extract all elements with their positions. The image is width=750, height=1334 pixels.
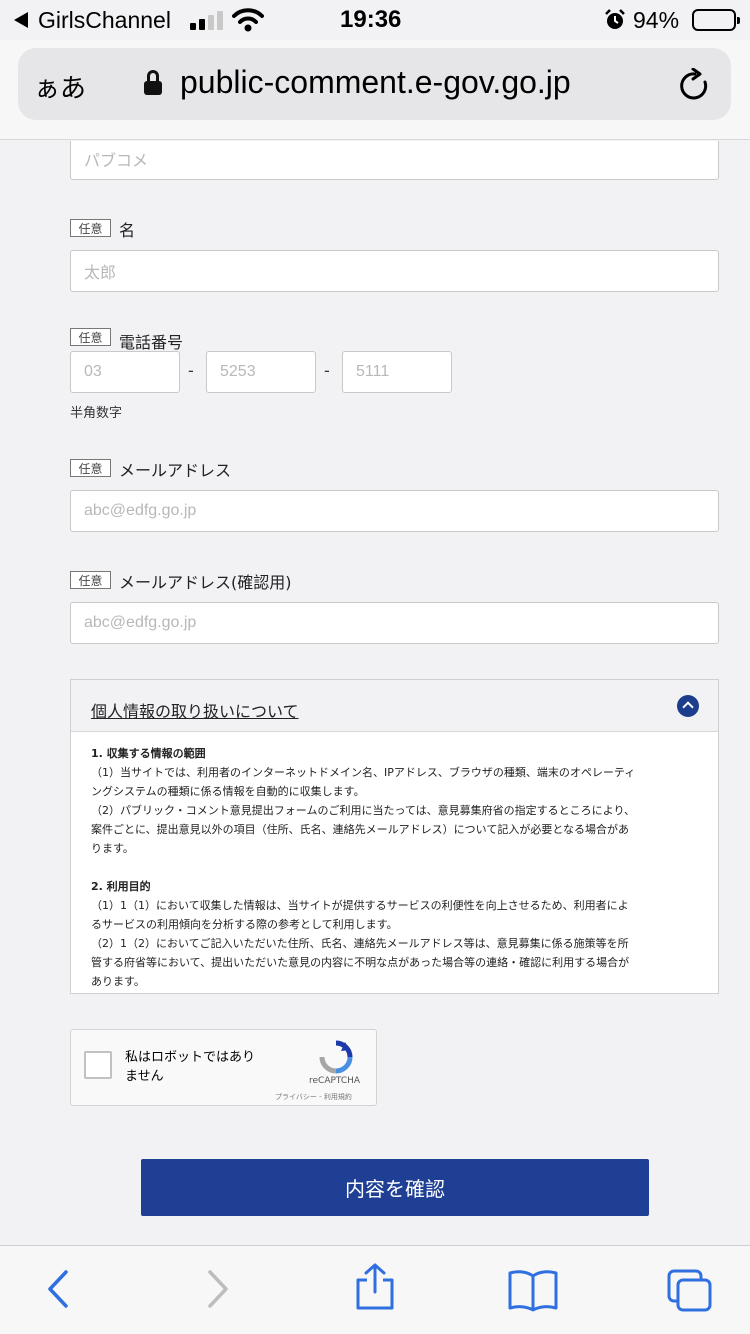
browser-header: ぁあ public-comment.e-gov.go.jp — [0, 40, 750, 140]
optional-badge: 任意 — [70, 571, 111, 589]
phone-label: 電話番号 — [119, 333, 184, 352]
battery-percent: 94% — [633, 7, 680, 33]
share-icon[interactable] — [354, 1262, 396, 1312]
recaptcha-terms-link[interactable]: プライバシー - 利用規約 — [275, 1092, 352, 1102]
confirm-button[interactable]: 内容を確認 — [141, 1159, 649, 1216]
privacy-section-heading: 1. 収集する情報の範囲 — [91, 747, 206, 760]
recaptcha-widget: 私はロボットではあり ません reCAPTCHA プライバシー - 利用規約 — [70, 1029, 377, 1106]
recaptcha-logo-icon — [319, 1040, 353, 1074]
email-label: メールアドレス — [119, 461, 232, 480]
email-confirm-label: メールアドレス(確認用) — [119, 573, 292, 592]
back-arrow-icon[interactable] — [14, 12, 28, 28]
privacy-accordion-header[interactable]: 個人情報の取り扱いについて — [71, 680, 718, 732]
privacy-line: るサービスの利用傾向を分析する際の参考として利用します。 — [91, 918, 398, 931]
recaptcha-brand: reCAPTCHA — [309, 1076, 361, 1086]
text-size-button[interactable]: ぁあ — [34, 68, 86, 105]
email-input[interactable]: abc@edfg.go.jp — [70, 490, 719, 532]
privacy-accordion: 個人情報の取り扱いについて 1. 収集する情報の範囲 （1）当サイトでは、利用者… — [70, 679, 719, 994]
privacy-section-heading: 2. 利用目的 — [91, 880, 151, 893]
first-name-input[interactable]: 太郎 — [70, 250, 719, 292]
signal-icon — [190, 10, 226, 30]
phone-input-2[interactable]: 5253 — [206, 351, 316, 393]
recaptcha-label[interactable]: 私はロボットではあり ません — [125, 1048, 275, 1086]
forward-icon[interactable] — [204, 1268, 232, 1310]
privacy-line: 管する府省等において、提出いただいた意見の内容に不明な点があった場合等の連絡・確… — [91, 956, 630, 969]
phone-input-1[interactable]: 03 — [70, 351, 180, 393]
privacy-body: 1. 収集する情報の範囲 （1）当サイトでは、利用者のインターネットドメイン名、… — [71, 732, 718, 991]
back-icon[interactable] — [44, 1268, 72, 1310]
alarm-icon — [605, 9, 625, 29]
clock: 19:36 — [340, 6, 402, 33]
reload-icon[interactable] — [678, 68, 712, 104]
phone-input-3[interactable]: 5111 — [342, 351, 452, 393]
optional-badge: 任意 — [70, 219, 111, 237]
tabs-icon[interactable] — [666, 1268, 714, 1314]
privacy-line: （2）パブリック・コメント意見提出フォームのご利用に当たっては、意見募集府省の指… — [91, 804, 636, 817]
address-bar[interactable]: ぁあ public-comment.e-gov.go.jp — [18, 48, 731, 120]
surname-input[interactable]: パブコメ — [70, 141, 719, 180]
privacy-line: ングシステムの種類に係る情報を自動的に収集します。 — [91, 785, 365, 798]
optional-badge: 任意 — [70, 459, 111, 477]
carrier-name[interactable]: GirlsChannel — [38, 7, 171, 34]
privacy-line: （1）当サイトでは、利用者のインターネットドメイン名、IPアドレス、ブラウザの種… — [91, 766, 636, 779]
privacy-line: あります。 — [91, 975, 145, 988]
wifi-icon — [232, 8, 264, 32]
url-text[interactable]: public-comment.e-gov.go.jp — [180, 64, 571, 101]
bookmarks-icon[interactable] — [507, 1268, 559, 1312]
recaptcha-checkbox[interactable] — [84, 1051, 112, 1079]
status-bar: GirlsChannel 19:36 94% — [0, 0, 750, 40]
battery-icon — [692, 9, 740, 31]
optional-badge: 任意 — [70, 328, 111, 346]
phone-separator: - — [188, 361, 194, 380]
browser-toolbar — [0, 1245, 750, 1334]
privacy-line: （2）1（2）においてご記入いただいた住所、氏名、連絡先メールアドレス等は、意見… — [91, 937, 629, 950]
phone-separator: - — [324, 361, 330, 380]
email-confirm-input[interactable]: abc@edfg.go.jp — [70, 602, 719, 644]
privacy-line: （1）1（1）において収集した情報は、当サイトが提供するサービスの利便性を向上さ… — [91, 899, 629, 912]
privacy-title[interactable]: 個人情報の取り扱いについて — [91, 698, 299, 722]
lock-icon — [144, 70, 162, 96]
privacy-line: 案件ごとに、提出意見以外の項目（住所、氏名、連絡先メールアドレス）について記入が… — [91, 823, 630, 836]
privacy-line: ります。 — [91, 842, 134, 855]
chevron-up-icon[interactable] — [677, 695, 699, 717]
form-content: パブコメ 任意 名 太郎 任意 電話番号 03 - 5253 - 5111 半角… — [0, 141, 750, 1245]
first-name-label: 名 — [119, 221, 136, 240]
phone-hint: 半角数字 — [70, 406, 123, 421]
